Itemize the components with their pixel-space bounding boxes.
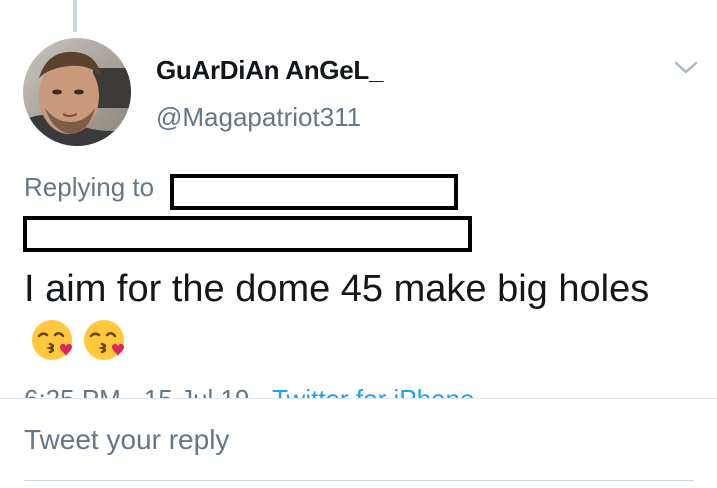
reply-input-underline xyxy=(24,480,694,481)
avatar[interactable] xyxy=(23,38,131,146)
redacted-mention-box xyxy=(170,174,458,210)
redacted-mention-box-2 xyxy=(23,216,472,252)
thread-connector-line xyxy=(73,0,77,32)
user-display-name[interactable]: GuArDiAn AnGeL_ xyxy=(156,55,383,86)
tweet-body: I aim for the dome 45 make big holes xyxy=(24,262,694,370)
tweet-source-link[interactable]: Twitter for iPhone xyxy=(272,384,474,398)
tweet-menu-button[interactable] xyxy=(672,58,700,78)
kissing-face-with-heart-icon xyxy=(82,317,128,363)
divider xyxy=(0,398,717,399)
chevron-down-icon xyxy=(674,61,698,74)
tweet-text: I aim for the dome 45 make big holes xyxy=(24,268,650,310)
avatar-photo xyxy=(23,38,131,146)
kissing-face-with-heart-icon xyxy=(30,317,76,363)
user-handle[interactable]: @Magapatriot311 xyxy=(156,102,361,133)
reply-input[interactable] xyxy=(24,424,694,456)
replying-to-label: Replying to xyxy=(24,172,155,202)
tweet-metadata: 6:25 PM · 15 Jul 19 · Twitter for iPhone xyxy=(24,384,474,398)
tweet-timestamp[interactable]: 6:25 PM · 15 Jul 19 · xyxy=(24,384,272,398)
